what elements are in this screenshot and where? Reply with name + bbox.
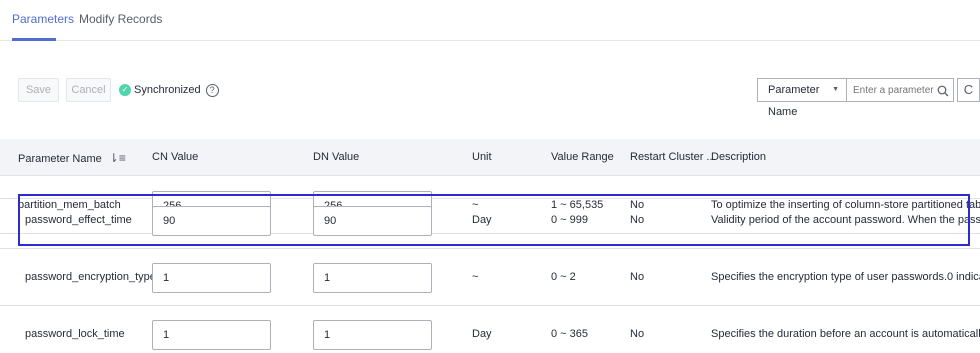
unit: Day: [472, 328, 492, 340]
sync-status-label: Synchronized: [134, 84, 201, 96]
search-input[interactable]: [846, 78, 934, 102]
description: Specifies the encryption type of user pa…: [711, 271, 980, 283]
dn-value-input[interactable]: 1: [313, 320, 432, 350]
check-circle-icon: ✓: [119, 84, 131, 96]
highlight-box: [18, 194, 970, 246]
sync-status: ✓ Synchronized ?: [119, 82, 219, 98]
cn-value-input[interactable]: 1: [152, 263, 271, 293]
search-icon: [937, 85, 949, 97]
filter-select-value: Parameter Name: [768, 84, 820, 118]
table-row: password_encryption_type 1 1 ~ 0 ~ 2 No …: [0, 249, 980, 306]
tab-bar: Parameters Modify Records: [0, 0, 980, 41]
restart-cluster: No: [630, 328, 645, 340]
cn-value-input[interactable]: 1: [152, 320, 271, 350]
value-range: 0 ~ 2: [551, 271, 576, 283]
search-button[interactable]: [934, 78, 954, 102]
table-row: password_lock_time 1 1 Day 0 ~ 365 No Sp…: [0, 306, 980, 353]
active-tab-indicator: [12, 38, 56, 41]
save-button[interactable]: Save: [18, 78, 59, 102]
toolbar: Save Cancel ✓ Synchronized ? Parameter N…: [0, 78, 980, 118]
help-icon[interactable]: ?: [205, 83, 219, 97]
tab-modify-records[interactable]: Modify Records: [79, 12, 162, 26]
value-range: 0 ~ 365: [551, 328, 589, 340]
refresh-icon: C: [963, 82, 974, 97]
refresh-button[interactable]: C: [957, 78, 980, 102]
param-name: password_encryption_type: [25, 271, 156, 283]
filter-select[interactable]: Parameter Name ▼: [757, 78, 846, 118]
restart-cluster: No: [630, 271, 645, 283]
param-name: password_lock_time: [25, 328, 125, 340]
cancel-button[interactable]: Cancel: [66, 78, 111, 102]
unit: ~: [472, 271, 479, 283]
description: Specifies the duration before an account…: [711, 328, 980, 340]
tab-parameters[interactable]: Parameters: [12, 12, 74, 26]
chevron-down-icon: ▼: [832, 86, 839, 93]
dn-value-input[interactable]: 1: [313, 263, 432, 293]
